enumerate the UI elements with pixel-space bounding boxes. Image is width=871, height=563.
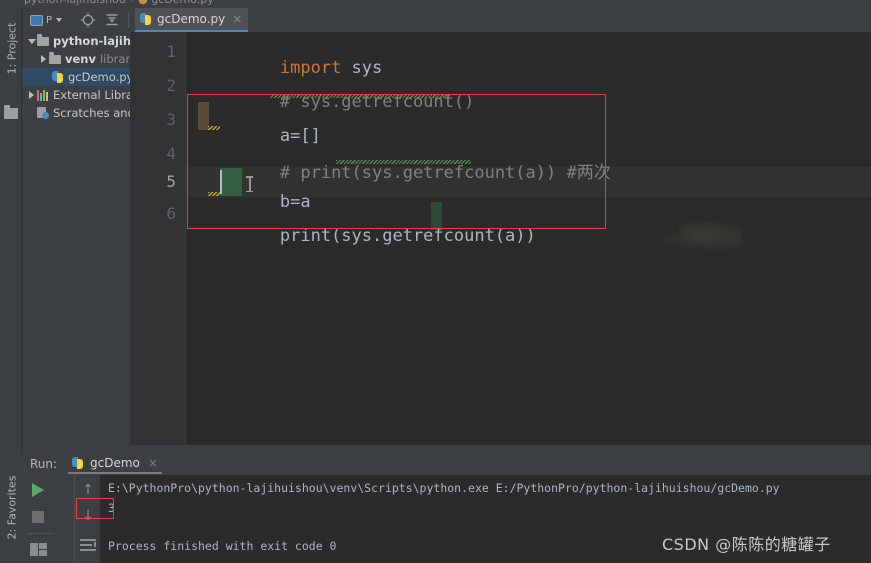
tree-item-label: python-lajihu <box>53 34 130 48</box>
project-view-icon <box>30 14 43 26</box>
tree-item-external-libraries[interactable]: External Librar <box>22 86 130 104</box>
chevron-right-icon[interactable] <box>26 91 37 99</box>
locate-icon[interactable] <box>80 12 96 28</box>
scroll-down-button[interactable]: ↓ <box>82 509 94 523</box>
stop-button[interactable] <box>32 511 48 527</box>
console-exit-message: Process finished with exit code 0 <box>108 539 337 553</box>
redaction-smudge <box>680 223 742 249</box>
tree-item-project-root[interactable]: python-lajihu <box>22 32 130 50</box>
chevron-down-icon[interactable] <box>26 38 37 44</box>
console-command-line: E:\PythonPro\python-lajihuishou\venv\Scr… <box>108 481 780 495</box>
line-number-current: 5 <box>166 172 176 191</box>
project-view-selector[interactable]: P <box>30 12 72 28</box>
editor-area: gcDemo.py × 1 2 3 4 5 6 import sys # sys… <box>130 8 871 445</box>
tab-run-gcdemo[interactable]: gcDemo × <box>68 454 162 474</box>
line-number: 4 <box>166 144 176 163</box>
project-tool-window: python-lajihu venv librar gcDemo.py Exte… <box>22 8 130 461</box>
breadcrumb-separator: › <box>126 0 138 6</box>
folder-icon <box>49 52 62 64</box>
python-file-icon: ● <box>138 0 148 6</box>
text-caret <box>220 170 222 194</box>
run-label: Run: <box>30 457 58 471</box>
code-token-text: print(sys.getrefcount(a)) <box>279 226 536 246</box>
run-tool-window-header: Run: gcDemo × <box>22 453 871 475</box>
console-output-value: 3 <box>108 501 115 515</box>
library-icon <box>37 89 50 101</box>
close-icon[interactable]: × <box>232 12 242 26</box>
tree-item-suffix: librar <box>99 52 130 66</box>
tree-item-venv[interactable]: venv librar <box>22 50 130 68</box>
chevron-down-icon[interactable] <box>56 18 63 22</box>
breadcrumb-bar: python-lajihuishou›● gcDemo.py <box>0 0 871 8</box>
run-tab-label: gcDemo <box>90 456 140 470</box>
warning-squiggle <box>208 192 220 196</box>
warning-squiggle <box>208 126 220 130</box>
tab-label: gcDemo.py <box>157 12 226 26</box>
collapse-all-icon[interactable] <box>104 12 120 28</box>
tree-item-label: Scratches and <box>53 106 130 120</box>
python-file-icon <box>52 71 65 83</box>
folder-icon <box>37 34 50 46</box>
close-icon[interactable]: × <box>148 456 158 470</box>
editor-gutter[interactable]: 1 2 3 4 5 6 <box>130 32 186 445</box>
mouse-ibeam-cursor <box>246 176 253 192</box>
spellcheck-squiggle <box>336 160 471 164</box>
toolbar-divider <box>28 533 54 534</box>
python-file-icon <box>140 12 153 26</box>
breadcrumb-project[interactable]: python-lajihuishou <box>24 0 126 6</box>
tree-item-label: venv <box>65 52 96 66</box>
tree-item-label: External Librar <box>53 88 130 102</box>
spellcheck-squiggle <box>270 94 450 98</box>
sidebar-item-favorites[interactable]: 2: Favorites <box>6 476 19 540</box>
tree-item-gcdemo-py[interactable]: gcDemo.py <box>22 68 130 86</box>
soft-wrap-icon[interactable] <box>80 539 96 551</box>
line-number: 2 <box>166 76 176 95</box>
scroll-up-button[interactable]: ↑ <box>82 483 94 497</box>
code-token-comment: # print(sys.getrefcount(a)) #两次 <box>279 163 611 183</box>
chevron-right-icon[interactable] <box>38 55 49 63</box>
run-toolbar-left <box>22 475 74 563</box>
structure-folder-icon[interactable] <box>4 105 18 120</box>
line-number: 6 <box>166 204 176 223</box>
line-number: 1 <box>166 42 176 61</box>
editor-tabbar: gcDemo.py × <box>130 8 871 32</box>
sidebar-item-project[interactable]: 1: Project <box>6 19 19 79</box>
scratches-icon <box>37 107 50 119</box>
tab-gcdemo-py[interactable]: gcDemo.py × <box>135 8 249 32</box>
watermark: CSDN @陈陈的糖罐子 <box>662 535 831 554</box>
bottom-left-tool-strip: 2: Favorites <box>0 453 22 563</box>
breadcrumb[interactable]: python-lajihuishou›● gcDemo.py <box>24 0 214 6</box>
code-line-6: print(sys.getrefcount(a)) <box>198 206 536 266</box>
project-view-label: P <box>46 14 53 26</box>
code-editor[interactable]: import sys # sys.getrefcount() a=[] # pr… <box>186 32 871 445</box>
layout-settings-icon[interactable] <box>30 543 47 556</box>
breadcrumb-file[interactable]: gcDemo.py <box>151 0 214 6</box>
toolbar-divider <box>128 12 129 28</box>
tree-item-scratches[interactable]: Scratches and <box>22 104 130 122</box>
run-toolbar-right: ↑ ↓ <box>74 475 100 563</box>
pycharm-window: python-lajihuishou›● gcDemo.py 1: Projec… <box>0 0 871 563</box>
tree-item-label: gcDemo.py <box>68 70 130 84</box>
project-tree[interactable]: python-lajihu venv librar gcDemo.py Exte… <box>22 32 130 122</box>
line-number: 3 <box>166 110 176 129</box>
rerun-button[interactable] <box>32 483 48 499</box>
python-file-icon <box>72 456 85 470</box>
